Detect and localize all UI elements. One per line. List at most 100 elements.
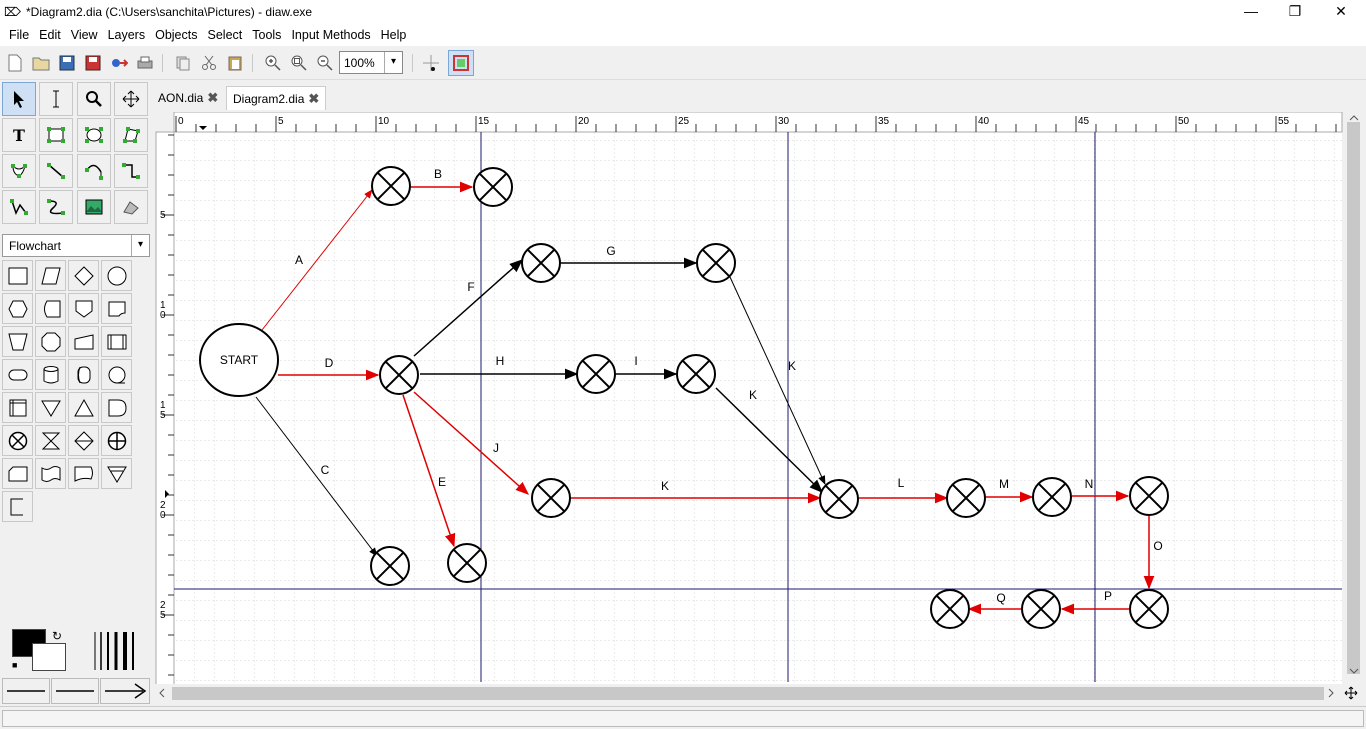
- edge-label-i: I: [634, 354, 637, 368]
- line-width-selector[interactable]: [92, 632, 136, 670]
- menu-objects[interactable]: Objects: [150, 28, 202, 42]
- ellipse-tool-icon[interactable]: [77, 118, 111, 152]
- flowchart-sequential-access-icon[interactable]: [101, 359, 132, 390]
- flowchart-parallelogram-icon[interactable]: [35, 260, 66, 291]
- zoom-in-icon[interactable]: [262, 52, 284, 74]
- node-e-end: [447, 543, 487, 583]
- flowchart-display-icon[interactable]: [68, 458, 99, 489]
- save-as-icon[interactable]: [82, 52, 104, 74]
- canvas-area[interactable]: 0 5 10 15 20 25 30 35 40 45 50 55 510152025: [152, 112, 1366, 706]
- flowchart-summing-junction-icon[interactable]: [2, 425, 33, 456]
- text-edit-tool-icon[interactable]: [39, 82, 73, 116]
- menu-edit[interactable]: Edit: [34, 28, 66, 42]
- line-style[interactable]: [51, 678, 99, 704]
- tab-aon[interactable]: AON.dia ✖: [152, 86, 224, 110]
- zoom-fit-icon[interactable]: [288, 52, 310, 74]
- flowchart-or-icon[interactable]: [101, 425, 132, 456]
- arc-tool-icon[interactable]: [77, 154, 111, 188]
- flowchart-stored-data-icon[interactable]: [35, 293, 66, 324]
- zoom-out-icon[interactable]: [314, 52, 336, 74]
- menu-view[interactable]: View: [66, 28, 103, 42]
- open-folder-icon[interactable]: [30, 52, 52, 74]
- swap-colors-icon[interactable]: ↻: [52, 629, 62, 643]
- snap-to-objects-icon[interactable]: [448, 50, 474, 76]
- flowchart-diamond-icon[interactable]: [68, 260, 99, 291]
- print-icon[interactable]: [134, 52, 156, 74]
- line-end-style[interactable]: [100, 678, 150, 704]
- flowchart-sort-icon[interactable]: [68, 425, 99, 456]
- diagram-canvas[interactable]: 0 5 10 15 20 25 30 35 40 45 50 55 510152025: [152, 112, 1366, 706]
- horizontal-scroll-thumb[interactable]: [172, 687, 1324, 700]
- background-color-swatch[interactable]: [32, 643, 66, 671]
- flowchart-delay-icon[interactable]: [101, 392, 132, 423]
- reset-colors-icon[interactable]: ■: [12, 660, 17, 670]
- flowchart-document-icon[interactable]: [101, 293, 132, 324]
- close-window-button[interactable]: ✕: [1318, 0, 1364, 24]
- flowchart-merge-icon[interactable]: [35, 392, 66, 423]
- image-tool-icon[interactable]: [77, 190, 111, 224]
- bezierline-tool-icon[interactable]: [39, 190, 73, 224]
- line-start-style[interactable]: [2, 678, 50, 704]
- beziergon-tool-icon[interactable]: [2, 154, 36, 188]
- close-tab-icon[interactable]: ✖: [308, 91, 319, 107]
- flowchart-octagon-icon[interactable]: [35, 326, 66, 357]
- dia-app-icon: ⌦: [4, 5, 21, 19]
- flowchart-punched-tape-icon[interactable]: [35, 458, 66, 489]
- menu-bar: File Edit View Layers Objects Select Too…: [0, 24, 1366, 46]
- polyline-tool-icon[interactable]: [2, 190, 36, 224]
- menu-select[interactable]: Select: [203, 28, 248, 42]
- edge-label-k-top: K: [788, 359, 796, 373]
- flowchart-terminal-icon[interactable]: [2, 359, 33, 390]
- flowchart-annotation-icon[interactable]: [2, 491, 33, 522]
- vertical-scroll-thumb[interactable]: [1347, 122, 1360, 674]
- flowchart-ellipse-icon[interactable]: [101, 260, 132, 291]
- flowchart-internal-storage-icon[interactable]: [2, 392, 33, 423]
- flowchart-offpage-icon[interactable]: [68, 293, 99, 324]
- close-tab-icon[interactable]: ✖: [207, 90, 218, 106]
- pointer-tool-icon[interactable]: [2, 82, 36, 116]
- polygon-tool-icon[interactable]: [114, 118, 148, 152]
- menu-input-methods[interactable]: Input Methods: [286, 28, 375, 42]
- snap-to-grid-icon[interactable]: [420, 52, 442, 74]
- tab-diagram2[interactable]: Diagram2.dia ✖: [226, 86, 327, 110]
- zoom-select[interactable]: 100% ▾: [339, 51, 403, 74]
- zigzag-line-tool-icon[interactable]: [114, 154, 148, 188]
- menu-file[interactable]: File: [4, 28, 34, 42]
- flowchart-direct-access-icon[interactable]: [68, 359, 99, 390]
- edge-label-m: M: [999, 477, 1009, 491]
- new-file-icon[interactable]: [4, 52, 26, 74]
- minimize-button[interactable]: —: [1228, 0, 1274, 24]
- flowchart-manual-input-icon[interactable]: [68, 326, 99, 357]
- line-tool-icon[interactable]: [39, 154, 73, 188]
- scroll-tool-icon[interactable]: [114, 82, 148, 116]
- node-p-end: [1021, 589, 1061, 629]
- ruler-label: 50: [1178, 116, 1190, 127]
- flowchart-database-icon[interactable]: [35, 359, 66, 390]
- cut-icon[interactable]: [198, 52, 220, 74]
- menu-layers[interactable]: Layers: [103, 28, 151, 42]
- flowchart-predefined-process-icon[interactable]: [101, 326, 132, 357]
- box-tool-icon[interactable]: [39, 118, 73, 152]
- flowchart-manual-operation-icon[interactable]: [2, 326, 33, 357]
- maximize-button[interactable]: ❐: [1272, 0, 1318, 24]
- chevron-down-icon[interactable]: ▾: [384, 52, 402, 73]
- chevron-down-icon[interactable]: ▾: [131, 235, 149, 256]
- outline-tool-icon[interactable]: [114, 190, 148, 224]
- export-icon[interactable]: [108, 52, 130, 74]
- flowchart-box-icon[interactable]: [2, 260, 33, 291]
- copy-icon[interactable]: [172, 52, 194, 74]
- paste-icon[interactable]: [224, 52, 246, 74]
- menu-tools[interactable]: Tools: [247, 28, 286, 42]
- flowchart-preparation-icon[interactable]: [2, 293, 33, 324]
- save-icon[interactable]: [56, 52, 78, 74]
- node-j-end: [531, 478, 571, 518]
- flowchart-collate-icon[interactable]: [35, 425, 66, 456]
- text-tool-icon[interactable]: T: [2, 118, 36, 152]
- magnify-tool-icon[interactable]: [77, 82, 111, 116]
- menu-help[interactable]: Help: [376, 28, 412, 42]
- horizontal-ruler: [173, 112, 1343, 133]
- sheet-selector[interactable]: Flowchart ▾: [2, 234, 150, 257]
- flowchart-manual-loop-icon[interactable]: [101, 458, 132, 489]
- flowchart-extract-icon[interactable]: [68, 392, 99, 423]
- flowchart-card-icon[interactable]: [2, 458, 33, 489]
